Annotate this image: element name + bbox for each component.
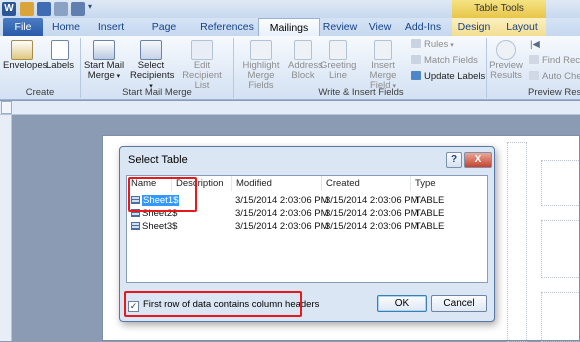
vertical-ruler [0,115,12,341]
table-row[interactable]: Sheet3$ 3/15/2014 2:03:06 PM 3/15/2014 2… [127,220,487,233]
print-preview-icon[interactable] [54,2,68,16]
first-record-button[interactable]: |◀ [530,39,540,51]
quick-access-toolbar: W ▾ Table Tools [0,0,580,18]
column-header-created[interactable]: Created [322,176,411,191]
recipients-icon [140,40,162,60]
row-type: TABLE [415,195,445,206]
preview-icon [496,40,516,60]
chevron-down-icon: ▾ [448,42,454,49]
label-cell [541,160,580,206]
group-separator [233,38,234,98]
row-created: 3/15/2014 2:03:06 PM [325,208,419,219]
cancel-button[interactable]: Cancel [431,295,487,312]
match-fields-button[interactable]: Match Fields [411,55,478,67]
group-separator [80,38,81,98]
tab-design[interactable]: Design [456,18,492,36]
find-icon [529,55,539,64]
edit-list-icon [191,40,213,60]
highlight-box-sheet1 [128,177,197,212]
column-header-modified[interactable]: Modified [232,176,322,191]
tab-layout[interactable]: Layout [504,18,540,36]
rules-icon [411,39,421,48]
tab-references[interactable]: References [200,18,254,36]
find-recipient-button[interactable]: Find Reci [529,55,580,67]
row-modified: 3/15/2014 2:03:06 PM [235,208,329,219]
tab-mailings[interactable]: Mailings [258,18,320,36]
address-block-button[interactable]: Address Block [288,40,323,81]
undo-icon[interactable] [71,2,85,16]
mail-merge-icon [93,40,115,60]
group-create-label: Create [25,87,55,98]
group-write-insert-fields-label: Write & Insert Fields [318,87,404,98]
labels-button[interactable]: Labels [45,40,75,71]
auto-check-button[interactable]: Auto Che [529,71,580,83]
start-mail-merge-button[interactable]: Start Mail Merge ▾ [82,40,126,82]
tab-add-ins[interactable]: Add-Ins [403,18,443,36]
select-recipients-button[interactable]: Select Recipients ▾ [130,40,174,92]
row-modified: 3/15/2014 2:03:06 PM [235,195,329,206]
first-record-icon: |◀ [530,39,540,50]
tab-insert[interactable]: Insert [92,18,130,36]
row-created: 3/15/2014 2:03:06 PM [325,221,419,232]
row-type: TABLE [415,208,445,219]
update-labels-icon [411,71,421,80]
tab-home[interactable]: Home [50,18,82,36]
update-labels-button[interactable]: Update Labels [411,71,485,83]
label-cell [541,292,580,342]
ribbon-tabs: File Home Insert Page Layout References … [0,18,580,51]
greeting-line-button[interactable]: Greeting Line [320,40,356,81]
insert-field-icon [374,40,392,60]
tab-file[interactable]: File [3,18,43,36]
edit-recipient-list-button[interactable]: Edit Recipient List [174,40,230,91]
row-name: Sheet3$ [131,220,177,233]
customize-toolbar-icon[interactable]: ▾ [88,2,96,16]
ribbon-mailings: Envelopes Labels Create Start Mail Merge… [0,36,580,100]
open-icon[interactable] [20,2,34,16]
word-icon[interactable]: W [2,2,16,16]
ok-button[interactable]: OK [377,295,427,312]
tab-view[interactable]: View [366,18,394,36]
group-start-mail-merge-label: Start Mail Merge [122,87,192,98]
tab-page-layout[interactable]: Page Layout [136,18,192,51]
match-fields-icon [411,55,421,64]
address-block-icon [294,40,312,60]
dialog-title: Select Table [128,154,188,166]
horizontal-ruler [0,101,580,115]
tab-review[interactable]: Review [322,18,358,36]
row-type: TABLE [415,221,445,232]
label-cell [541,220,580,278]
auto-check-icon [529,71,539,80]
row-created: 3/15/2014 2:03:06 PM [325,195,419,206]
row-modified: 3/15/2014 2:03:06 PM [235,221,329,232]
envelope-icon [11,40,33,60]
table-tools-contextual-label: Table Tools [452,0,546,18]
highlight-merge-fields-button[interactable]: Highlight Merge Fields [236,40,286,91]
greeting-line-icon [329,40,347,60]
group-preview-results-label: Preview Resu [528,87,580,98]
preview-results-button[interactable]: Preview Results [489,40,523,81]
tab-selector-icon[interactable] [1,101,12,114]
insert-merge-field-button[interactable]: Insert Merge Field ▾ [357,40,409,92]
select-table-dialog: Select Table ? X Name Description Modifi… [119,146,495,322]
label-cell [507,142,527,342]
chevron-down-icon: ▾ [114,73,121,80]
group-separator [486,38,487,98]
column-header-type[interactable]: Type [411,176,487,191]
close-button[interactable]: X [464,152,492,168]
envelopes-button[interactable]: Envelopes [3,40,47,71]
labels-icon [51,40,69,60]
highlight-box-checkbox [124,291,302,317]
help-button[interactable]: ? [446,152,462,168]
highlight-icon [250,40,272,60]
save-icon[interactable] [37,2,51,16]
table-icon [131,222,140,230]
rules-button[interactable]: Rules ▾ [411,39,454,51]
